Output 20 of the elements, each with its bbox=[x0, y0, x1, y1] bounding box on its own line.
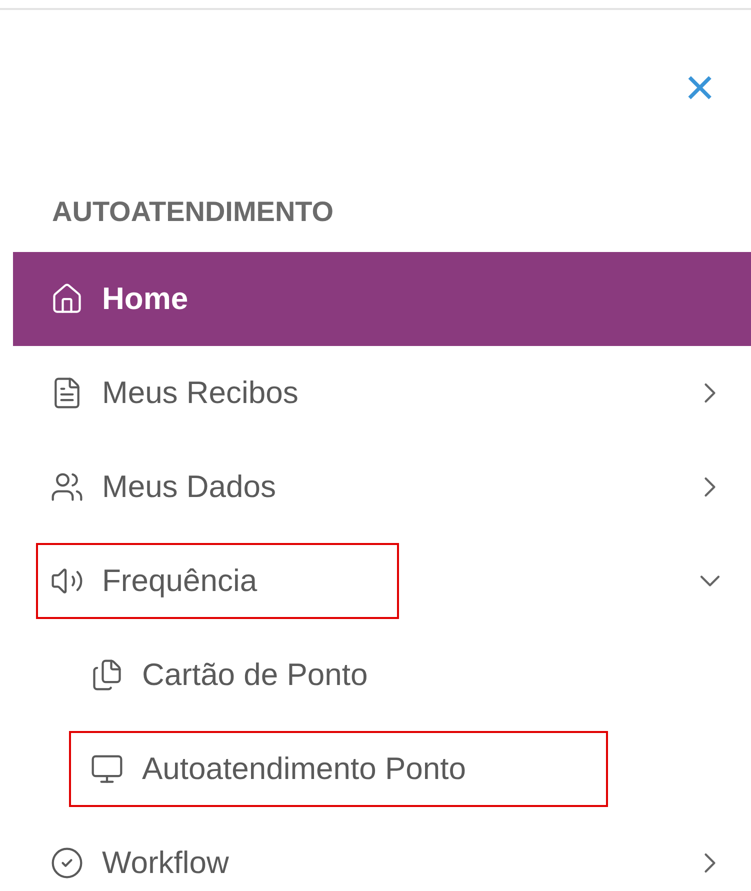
menu-label: Workflow bbox=[102, 844, 229, 882]
home-icon bbox=[50, 282, 84, 316]
menu-item[interactable]: Home bbox=[13, 252, 751, 346]
menu-label: Cartão de Ponto bbox=[142, 656, 368, 694]
copy-icon bbox=[90, 658, 124, 692]
menu-item[interactable]: Workflow bbox=[13, 816, 751, 891]
people-icon bbox=[50, 470, 84, 504]
menu-label: Autoatendimento Ponto bbox=[142, 750, 466, 788]
monitor-icon bbox=[90, 752, 124, 786]
menu-label: Frequência bbox=[102, 562, 258, 600]
section-heading: AUTOATENDIMENTO bbox=[51, 195, 335, 229]
menu-label: Home bbox=[102, 280, 188, 318]
menu-item[interactable]: Meus Dados bbox=[13, 440, 751, 534]
menu-item[interactable]: Frequência bbox=[13, 534, 751, 628]
menu-item[interactable]: Autoatendimento Ponto bbox=[13, 722, 751, 816]
menu-label: Meus Dados bbox=[102, 468, 276, 506]
menu-item[interactable]: Meus Recibos bbox=[13, 346, 751, 440]
menu-item[interactable]: Cartão de Ponto bbox=[13, 628, 751, 722]
menu-label: Meus Recibos bbox=[102, 374, 298, 412]
check-circle-icon bbox=[50, 846, 84, 880]
